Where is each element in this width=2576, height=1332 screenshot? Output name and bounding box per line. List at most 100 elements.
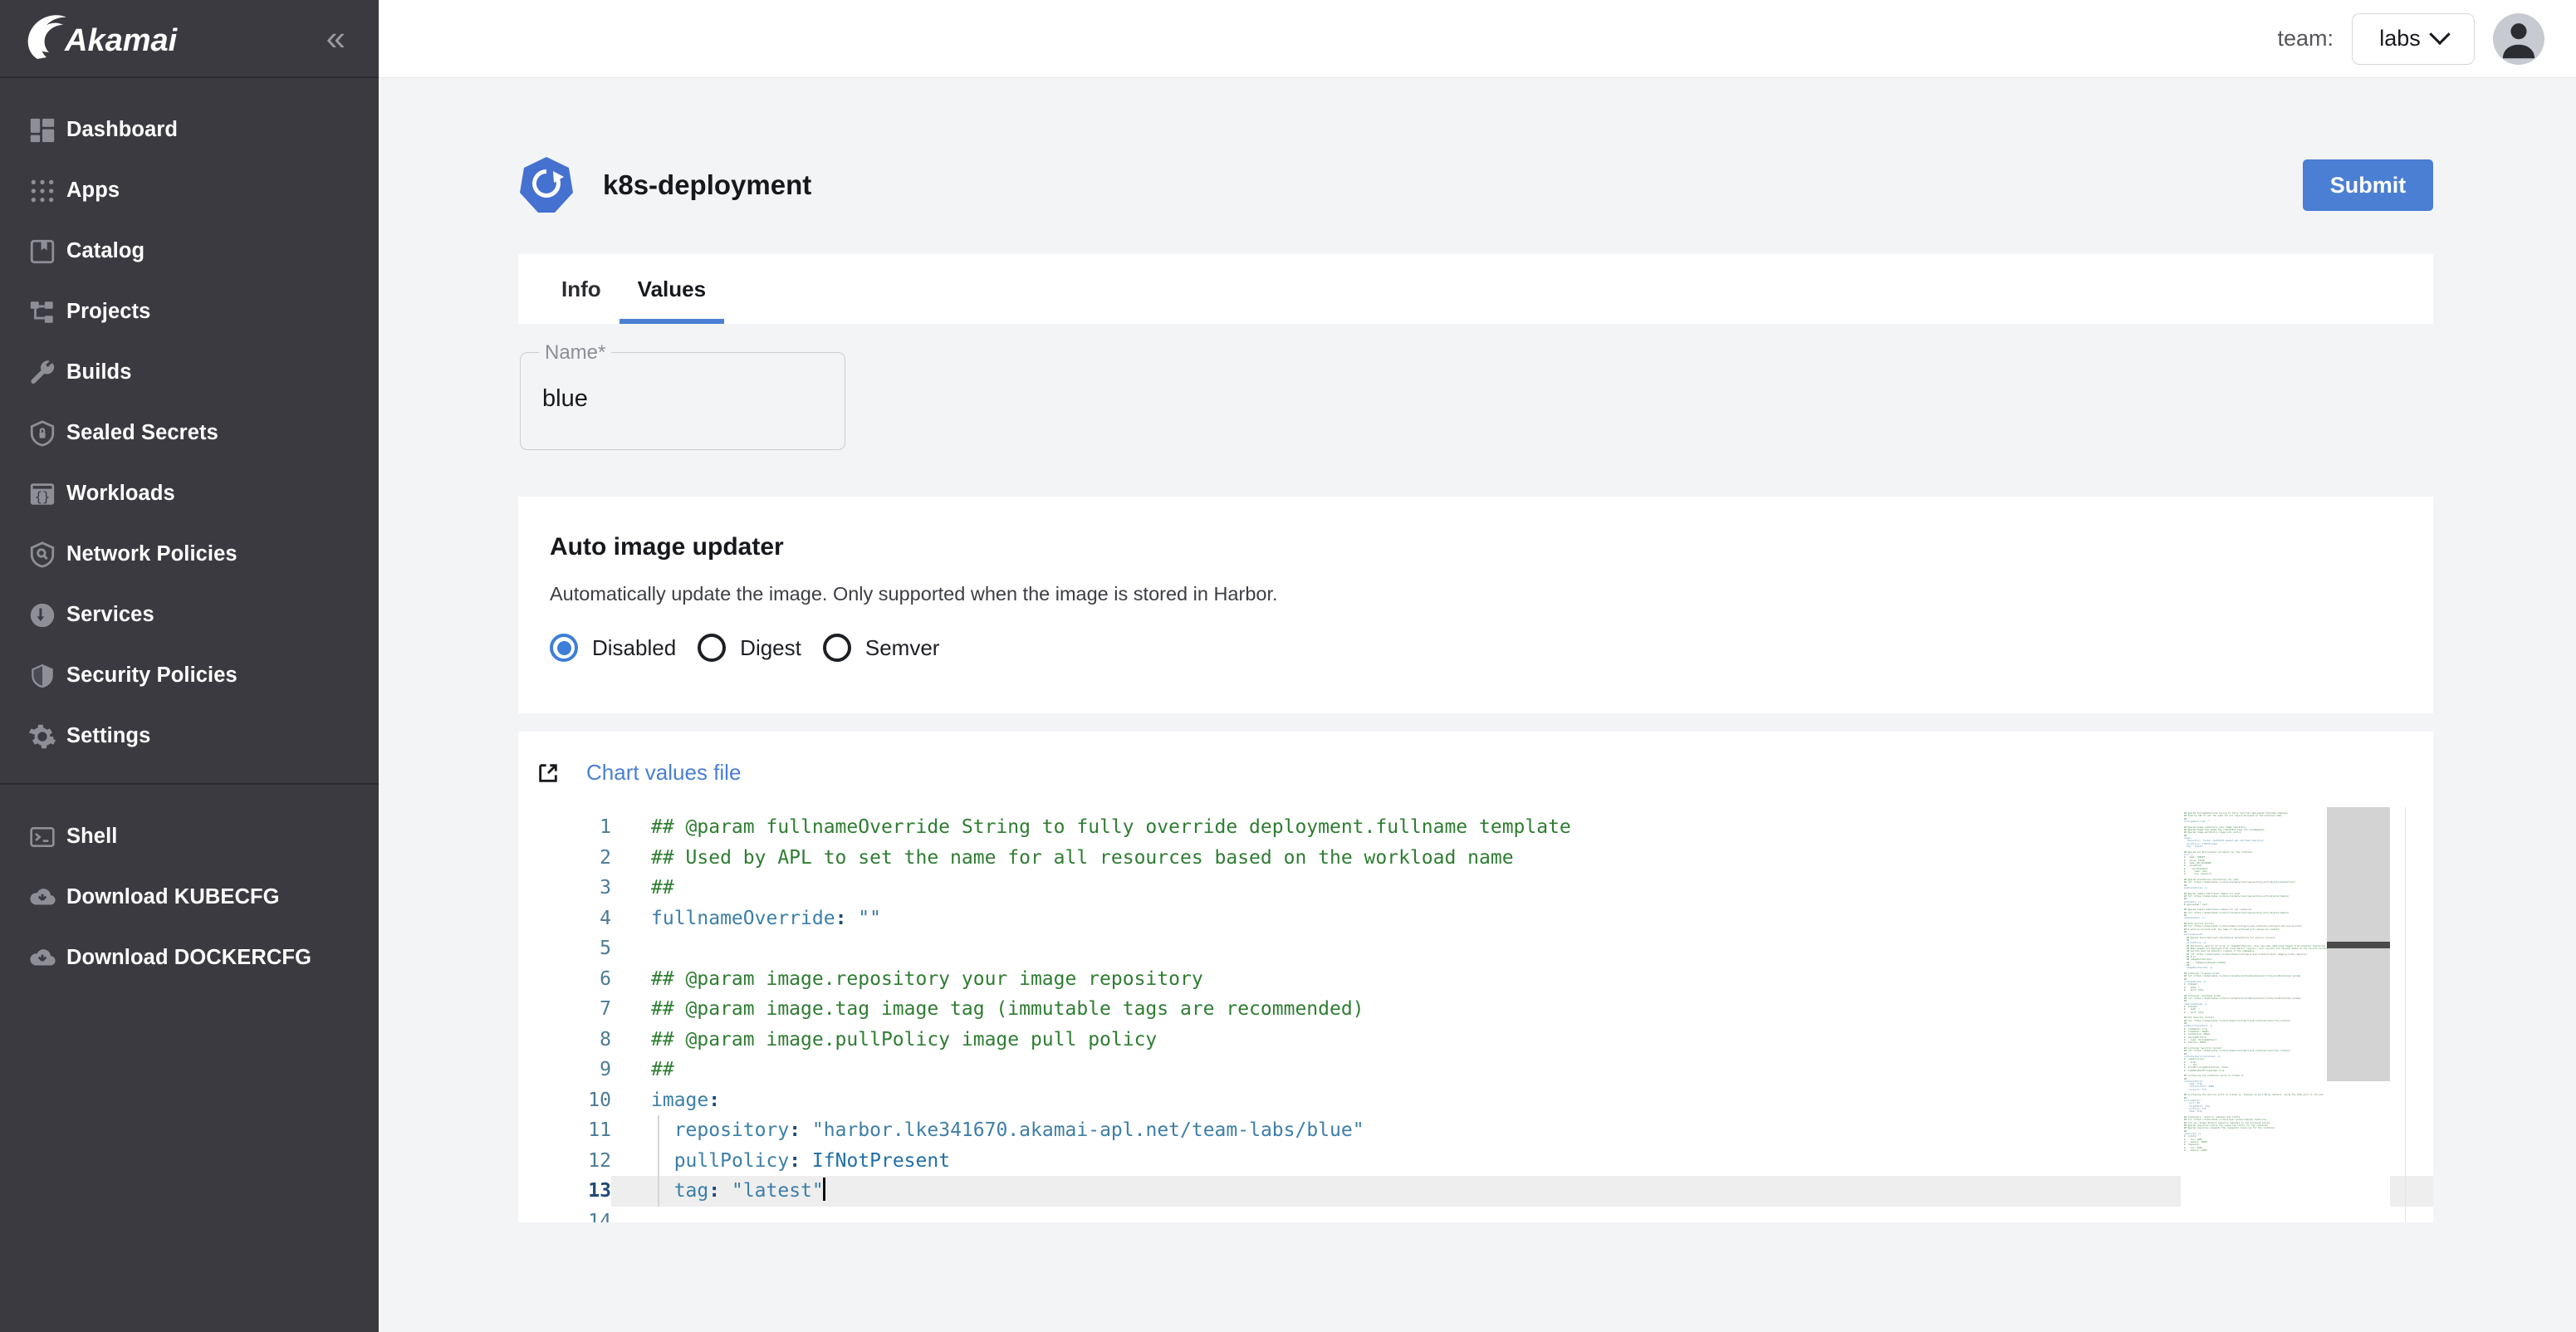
sidebar-item-apps[interactable]: Apps <box>0 160 379 221</box>
line-number: 1 <box>600 816 611 838</box>
team-selected-value: labs <box>2379 26 2421 51</box>
cloud-download-icon <box>18 944 66 972</box>
line-number: 8 <box>600 1028 611 1050</box>
sidebar-item-label: Security Policies <box>66 664 238 687</box>
sidebar-item-projects[interactable]: Projects <box>0 282 379 342</box>
sidebar-nav-primary: Dashboard Apps Catalog Projects Builds S… <box>0 78 379 766</box>
radio-indicator[interactable] <box>698 634 727 662</box>
sidebar-item-catalog[interactable]: Catalog <box>0 221 379 282</box>
radio-option-digest[interactable]: Digest <box>698 634 801 662</box>
editor-line-number-gutter: 1 2 3 4 5 6 7 8 9 10 11 12 13 14 <box>518 807 611 1222</box>
sidebar-item-shell[interactable]: Shell <box>0 806 379 867</box>
page-body: k8s-deployment Submit Info Values Name* … <box>379 78 2576 1222</box>
chart-values-file-link[interactable]: Chart values file <box>586 760 741 786</box>
sidebar-item-label: Download KUBECFG <box>66 885 280 908</box>
chevron-double-left-icon[interactable]: « <box>326 21 349 56</box>
main-area: team: labs k8s-deployment Submit Info Va… <box>379 0 2576 1332</box>
team-selector[interactable]: labs <box>2352 12 2475 65</box>
svg-text:Akamai: Akamai <box>64 23 179 58</box>
shield-search-icon <box>18 541 66 569</box>
editor-vertical-scrollbar[interactable] <box>2405 807 2415 1222</box>
sidebar-nav-secondary: Shell Download KUBECFG Download DOCKERCF… <box>0 783 379 988</box>
sidebar-item-label: Network Policies <box>66 542 238 566</box>
sidebar-item-download-dockercfg[interactable]: Download DOCKERCFG <box>0 928 379 988</box>
sidebar-item-label: Download DOCKERCFG <box>66 946 312 969</box>
line-number: 9 <box>600 1059 611 1080</box>
editor-code-area[interactable]: ## @param fullnameOverride String to ful… <box>611 807 2433 1222</box>
gear-icon <box>18 722 66 751</box>
line-number: 13 <box>588 1180 611 1202</box>
sidebar-item-network-policies[interactable]: Network Policies <box>0 524 379 585</box>
sidebar-item-settings[interactable]: Settings <box>0 706 379 766</box>
code-line[interactable]: ## <box>611 873 2433 904</box>
radio-label: Digest <box>740 634 801 660</box>
page-title: k8s-deployment <box>603 169 812 200</box>
yaml-code-editor[interactable]: 1 2 3 4 5 6 7 8 9 10 11 12 13 14 ## @param fullnameOv… <box>518 807 2433 1222</box>
minimap-line: # memory: 128Mi <box>2184 1149 2208 1153</box>
code-line[interactable]: tag: "latest" <box>611 1176 2433 1207</box>
code-line[interactable]: ## @param image.repository your image re… <box>611 964 2433 995</box>
name-input-value: blue <box>542 385 588 412</box>
wrench-icon <box>18 359 66 387</box>
name-input-wrapper[interactable]: Name* blue <box>520 341 845 450</box>
code-line[interactable]: ## Used by APL to set the name for all r… <box>611 843 2433 874</box>
line-number: 5 <box>600 938 611 959</box>
radio-indicator[interactable] <box>822 634 851 662</box>
section-spacer <box>518 713 2433 732</box>
terminal-icon <box>18 824 66 850</box>
line-number: 12 <box>588 1149 611 1172</box>
user-avatar-icon <box>2502 22 2535 58</box>
team-label: team: <box>2277 26 2334 51</box>
line-number: 4 <box>600 907 611 929</box>
code-line[interactable]: ## @param fullnameOverride String to ful… <box>611 812 2433 843</box>
code-line[interactable]: repository: "harbor.lke341670.akamai-apl… <box>611 1115 2433 1146</box>
sidebar-item-label: Dashboard <box>66 118 179 141</box>
code-line[interactable]: ## @param image.tag image tag (immutable… <box>611 994 2433 1025</box>
projects-tree-icon <box>18 298 66 326</box>
code-line[interactable]: image: <box>611 1085 2433 1116</box>
sidebar-item-label: Builds <box>66 360 132 384</box>
shield-icon <box>18 662 66 690</box>
line-number: 10 <box>588 1089 611 1111</box>
sidebar-item-workloads[interactable]: {} Workloads <box>0 463 379 524</box>
sidebar-item-dashboard[interactable]: Dashboard <box>0 100 379 160</box>
editor-minimap[interactable]: ## @param fullnameOverride String to ful… <box>2181 807 2390 1222</box>
sidebar-item-services[interactable]: Services <box>0 585 379 645</box>
content-scroll-area[interactable]: k8s-deployment Submit Info Values Name* … <box>379 78 2576 1332</box>
sidebar-item-sealed-secrets[interactable]: Sealed Secrets <box>0 403 379 463</box>
sidebar: Akamai « Dashboard Apps Catalog Projects… <box>0 0 379 1332</box>
code-line[interactable] <box>611 933 2433 964</box>
editor-scrollbar-thumb[interactable] <box>2406 807 2416 1081</box>
code-line[interactable]: ## @param image.pullPolicy image pull po… <box>611 1025 2433 1055</box>
services-arrows-icon <box>18 601 66 629</box>
line-number: 11 <box>588 1119 611 1141</box>
name-field-legend: Name* <box>539 341 612 365</box>
avatar[interactable] <box>2493 12 2544 65</box>
sidebar-item-download-kubecfg[interactable]: Download KUBECFG <box>0 867 379 928</box>
akamai-logo: Akamai <box>27 15 193 61</box>
topbar: team: labs <box>379 0 2576 78</box>
sidebar-item-builds[interactable]: Builds <box>0 342 379 403</box>
radio-indicator[interactable] <box>550 634 578 662</box>
code-line[interactable]: pullPolicy: IfNotPresent <box>611 1145 2433 1176</box>
radio-label: Disabled <box>592 634 677 660</box>
tab-values[interactable]: Values <box>619 254 725 324</box>
sidebar-item-label: Apps <box>66 179 120 202</box>
submit-button[interactable]: Submit <box>2303 159 2433 211</box>
auto-image-updater-title: Auto image updater <box>550 533 784 561</box>
chart-values-link-row: Chart values file <box>518 750 2433 807</box>
sidebar-item-label: Shell <box>66 825 118 848</box>
code-line[interactable] <box>611 1207 2433 1223</box>
shield-lock-icon <box>18 419 66 448</box>
code-line[interactable]: ## <box>611 1055 2433 1085</box>
code-line[interactable]: fullnameOverride: "" <box>611 904 2433 934</box>
radio-option-semver[interactable]: Semver <box>822 634 939 662</box>
radio-option-disabled[interactable]: Disabled <box>550 634 676 662</box>
sidebar-header: Akamai « <box>0 0 379 78</box>
tab-info[interactable]: Info <box>543 254 620 324</box>
sidebar-item-security-policies[interactable]: Security Policies <box>0 645 379 706</box>
cloud-download-icon <box>18 884 66 912</box>
sidebar-item-label: Services <box>66 603 154 626</box>
apps-dots-icon <box>18 178 66 204</box>
tab-bar: Info Values <box>518 254 2433 324</box>
